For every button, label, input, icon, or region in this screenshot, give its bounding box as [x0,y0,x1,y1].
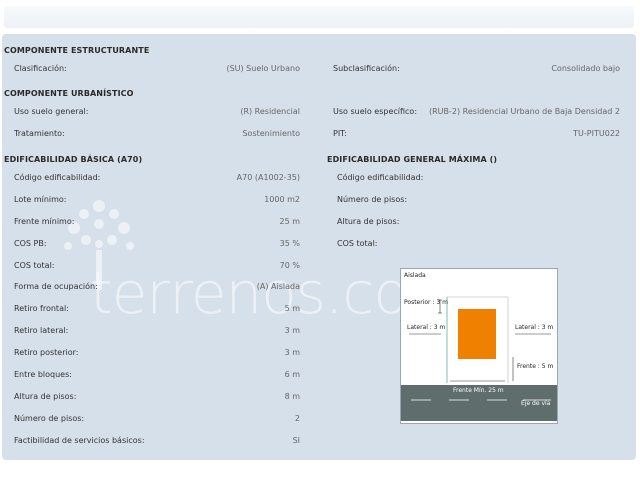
lateral-left-label: Lateral : 3 m [407,324,446,331]
basica-row-label: Retiro lateral: [14,326,69,335]
tratamiento-value: Sostenimiento [242,129,300,138]
basica-row-label: Retiro posterior: [14,348,79,357]
watermark-tree-logo [64,200,134,290]
general-row-label: Número de pisos: [337,195,408,204]
section-title-urbanistico: COMPONENTE URBANÍSTICO [4,89,134,98]
basica-row-label: Lote mínimo: [14,195,67,204]
basica-row-value: SI [292,436,300,445]
clasificacion-value: (SU) Suelo Urbano [226,64,300,73]
basica-row-label: Forma de ocupación: [14,282,98,291]
basica-row-value: 3 m [284,326,300,335]
subclasificacion-label: Subclasificación: [333,64,400,73]
basica-row-label: Entre bloques: [14,370,72,379]
uso-especifico-label: Uso suelo específico: [333,107,418,116]
eje-via-label: Eje de vía [521,400,551,407]
basica-row-value: (A) Aislada [256,282,300,291]
basica-row-value: 8 m [284,392,300,401]
basica-row-value: 6 m [284,370,300,379]
uso-especifico-value: (RUB-2) Residencial Urbano de Baja Densi… [428,107,620,116]
building-footprint [458,309,496,359]
frente-min-label: Frente Mín. 25 m [453,387,504,394]
uso-general-label: Uso suelo general: [14,107,89,116]
general-row-label: Altura de pisos: [337,217,400,226]
section-title-edificabilidad-general: EDIFICABILIDAD GENERAL MÁXIMA () [327,155,498,164]
pit-value: TU-PITU022 [573,129,620,138]
section-title-edificabilidad-basica: EDIFICABILIDAD BÁSICA (A70) [4,155,143,164]
basica-row-value: 35 % [279,239,300,248]
basica-row-value: 2 [294,414,300,423]
posterior-label: Posterior : 3 m [404,299,448,306]
general-row-label: Código edificabilidad: [337,173,424,182]
basica-row-label: Retiro frontal: [14,304,69,313]
pit-label: PIT: [333,129,347,138]
basica-row-label: Frente mínimo: [14,217,75,226]
basica-row-label: Altura de pisos: [14,392,77,401]
basica-row-value: 5 m [284,304,300,313]
general-row-label: COS total: [337,239,378,248]
section-title-estructurante: COMPONENTE ESTRUCTURANTE [4,46,150,55]
uso-general-value: (R) Residencial [240,107,300,116]
basica-row-value: 1000 m2 [264,195,300,204]
basica-row-value: 25 m [279,217,300,226]
basica-row-label: COS total: [14,261,55,270]
setback-diagram: Aislada Posterior : 3 m Lateral : 3 m La… [400,268,558,424]
basica-row-value: 3 m [284,348,300,357]
top-header-strip [4,6,634,28]
tratamiento-label: Tratamiento: [14,129,65,138]
basica-row-label: Código edificabilidad: [14,173,101,182]
subclasificacion-value: Consolidado bajo [551,64,620,73]
basica-row-label: COS PB: [14,239,47,248]
basica-row-label: Número de pisos: [14,414,85,423]
basica-row-label: Factibilidad de servicios básicos: [14,436,145,445]
basica-row-value: 70 % [279,261,300,270]
frente-label: Frente : 5 m [517,363,554,370]
basica-row-value: A70 (A1002-35) [236,173,300,182]
lateral-right-label: Lateral : 3 m [515,324,554,331]
clasificacion-label: Clasificación: [14,64,67,73]
